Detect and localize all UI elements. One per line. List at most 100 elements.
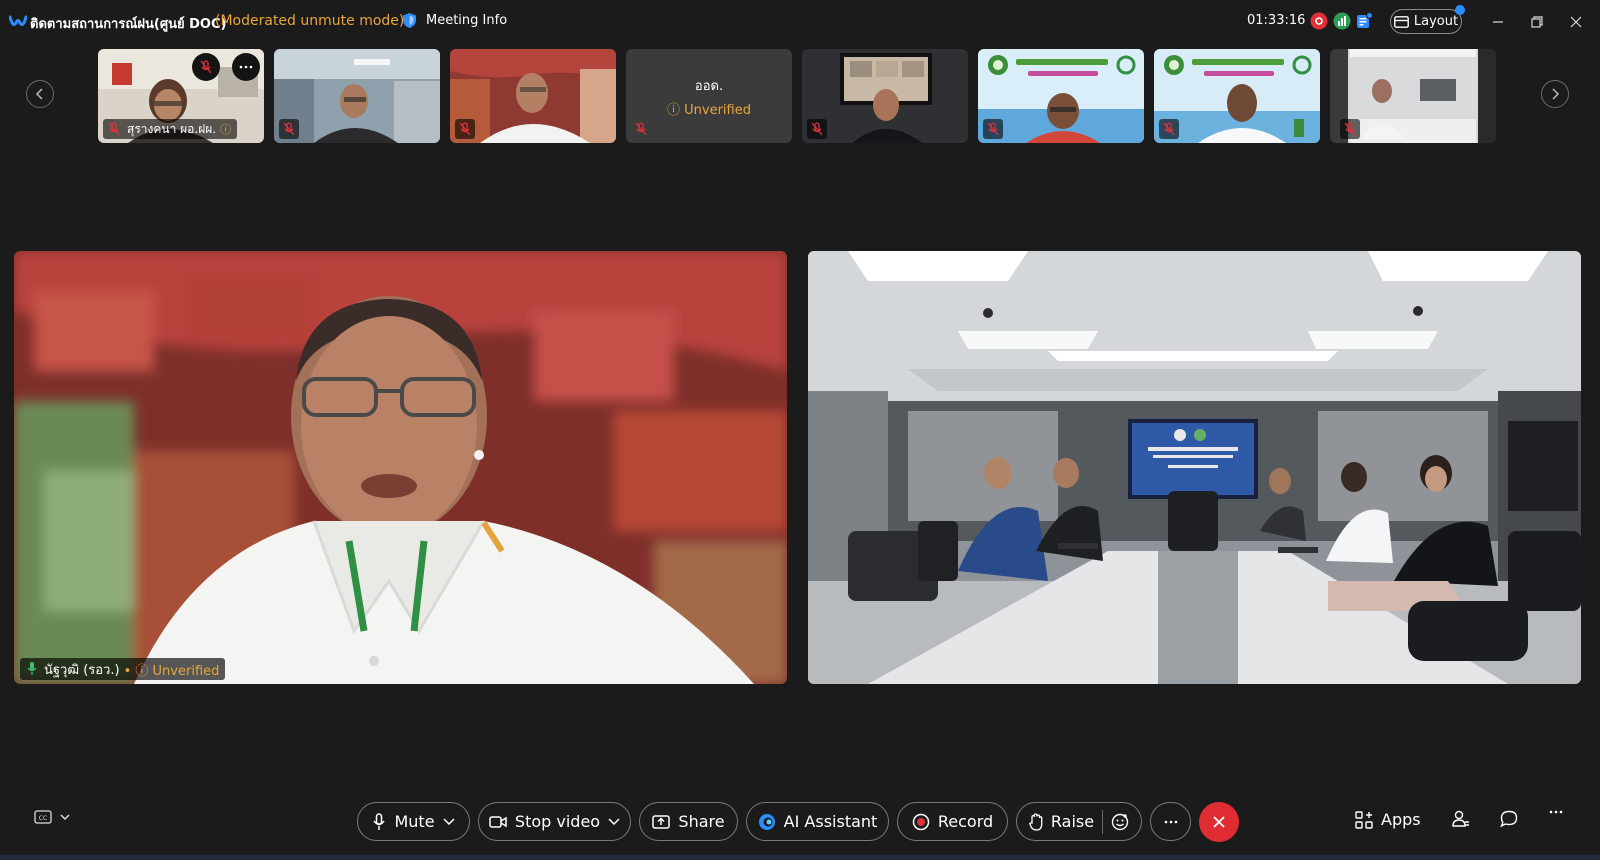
more-horizontal-icon — [1164, 820, 1177, 823]
captions-button[interactable]: CC — [34, 810, 70, 824]
share-label: Share — [678, 812, 725, 831]
participant-thumbnail[interactable] — [978, 49, 1144, 143]
stop-video-label: Stop video — [514, 812, 601, 831]
apps-button[interactable]: Apps — [1355, 810, 1421, 829]
microphone-icon — [27, 662, 37, 675]
microphone-muted-icon — [987, 122, 999, 136]
chevron-down-icon — [60, 814, 70, 820]
microphone-muted-icon — [635, 122, 647, 136]
muted-indicator — [279, 119, 299, 139]
meeting-timer: 01:33:16 — [1247, 13, 1306, 28]
minimize-button[interactable] — [1486, 11, 1510, 33]
raise-label: Raise — [1050, 812, 1095, 831]
more-panels-button[interactable] — [1549, 810, 1563, 814]
participant-name: ออด. — [694, 79, 724, 94]
more-horizontal-icon — [1549, 810, 1563, 814]
microphone-muted-icon — [200, 60, 212, 74]
record-button[interactable]: Record — [897, 802, 1008, 841]
close-icon — [1570, 16, 1582, 28]
toolbar-separator — [1102, 809, 1104, 834]
unverified-status: • ⓘ Unverified — [123, 663, 220, 679]
chat-bubble-icon — [1500, 810, 1518, 828]
filmstrip-next-button[interactable] — [1541, 80, 1569, 108]
meeting-info-button[interactable]: Meeting Info — [402, 12, 507, 29]
muted-indicator — [807, 119, 827, 139]
stop-video-button[interactable]: Stop video — [478, 802, 631, 841]
restore-button[interactable] — [1525, 11, 1549, 33]
muted-indicator — [983, 119, 1003, 139]
ai-assistant-icon — [758, 813, 775, 830]
meeting-title: ติดตามสถานการณ์ฝน(ศูนย์ DOC) — [30, 17, 227, 32]
minimize-icon — [1493, 21, 1503, 23]
participants-icon — [1452, 810, 1469, 827]
network-stats-icon[interactable] — [1333, 12, 1351, 30]
microphone-muted-icon — [1344, 122, 1356, 136]
closed-captions-icon: CC — [34, 810, 52, 824]
leave-meeting-button[interactable] — [1199, 802, 1239, 842]
share-screen-icon — [652, 814, 671, 829]
participant-thumbnail[interactable] — [274, 49, 440, 143]
muted-indicator — [455, 119, 475, 139]
chevron-left-icon — [35, 88, 43, 100]
chevron-down-icon[interactable] — [608, 818, 620, 825]
mute-label: Mute — [394, 812, 435, 831]
speaker-name-label: นัฐวุฒิ (รอว.) • ⓘ Unverified — [20, 658, 226, 680]
muted-indicator — [1340, 119, 1360, 139]
muted-indicator — [1159, 119, 1179, 139]
share-button[interactable]: Share — [639, 802, 738, 841]
apps-label: Apps — [1381, 810, 1421, 829]
participant-thumbnail[interactable] — [802, 49, 968, 143]
layout-icon — [1393, 15, 1409, 28]
ai-assistant-button[interactable]: AI Assistant — [746, 802, 889, 841]
more-options-button[interactable] — [232, 53, 260, 81]
webex-logo-icon — [9, 15, 27, 26]
shield-icon — [403, 13, 416, 28]
participant-name-label: สุรางคนา ผอ.ฝผ. ⓘ — [103, 119, 238, 139]
participant-name: สุรางคนา ผอ.ฝผ. — [127, 121, 217, 136]
title-bar: ติดตามสถานการณ์ฝน(ศูนย์ DOC) (Moderated … — [0, 0, 1600, 44]
microphone-muted-icon — [811, 122, 823, 136]
meeting-notes-icon[interactable] — [1355, 12, 1373, 30]
unverified-status: ⓘ Unverified — [667, 103, 751, 118]
microphone-muted-icon — [459, 122, 471, 136]
raise-hand-button[interactable]: Raise — [1016, 802, 1142, 841]
reactions-icon[interactable] — [1111, 813, 1129, 831]
chevron-right-icon — [1552, 88, 1560, 100]
mute-button[interactable]: Mute — [357, 802, 470, 841]
mute-participant-button[interactable] — [192, 53, 220, 81]
notification-dot — [1455, 5, 1465, 15]
more-options-button[interactable] — [1150, 802, 1191, 841]
more-horizontal-icon — [239, 65, 253, 69]
participant-thumbnail[interactable]: สุรางคนา ผอ.ฝผ. ⓘ — [98, 49, 264, 143]
restore-icon — [1531, 16, 1543, 28]
microphone-muted-icon — [283, 122, 295, 136]
taskbar-edge — [0, 855, 1600, 860]
raise-hand-icon — [1028, 812, 1043, 831]
chat-button[interactable] — [1500, 810, 1518, 828]
close-button[interactable] — [1564, 11, 1588, 33]
filmstrip-prev-button[interactable] — [26, 80, 54, 108]
ai-assistant-label: AI Assistant — [783, 812, 878, 831]
chevron-down-icon[interactable] — [443, 818, 455, 825]
microphone-muted-icon — [1163, 122, 1175, 136]
speaker-video-frame — [14, 251, 787, 684]
participant-thumbnail[interactable] — [1330, 49, 1496, 143]
participant-thumbnail[interactable] — [450, 49, 616, 143]
participant-thumbnail[interactable] — [1154, 49, 1320, 143]
room-video[interactable] — [808, 251, 1581, 684]
layout-button[interactable]: Layout — [1390, 5, 1465, 34]
participant-thumbnail[interactable]: ออด. ⓘ Unverified — [626, 49, 792, 143]
muted-indicator — [631, 119, 651, 139]
participants-button[interactable] — [1452, 810, 1470, 828]
meeting-info-label: Meeting Info — [426, 13, 508, 28]
unverified-label: Unverified — [152, 663, 220, 679]
record-label: Record — [937, 812, 994, 831]
recording-indicator-icon[interactable] — [1310, 12, 1328, 30]
video-camera-icon — [489, 815, 507, 828]
unverified-icon: ⓘ — [220, 123, 232, 136]
apps-grid-icon — [1355, 810, 1373, 829]
unverified-label: Unverified — [684, 103, 751, 118]
layout-label: Layout — [1413, 14, 1459, 29]
microphone-muted-icon — [108, 122, 120, 136]
active-speaker-video[interactable]: นัฐวุฒิ (รอว.) • ⓘ Unverified — [14, 251, 787, 684]
